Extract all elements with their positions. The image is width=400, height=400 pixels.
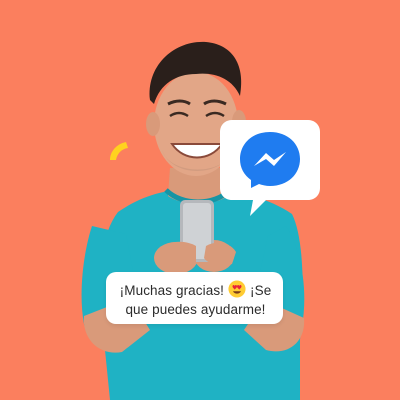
chat-message-line-2: que puedes ayudarme! <box>125 302 266 317</box>
heart-eyes-emoji-icon <box>228 280 246 298</box>
chat-message-text-part-2: ¡Se <box>250 283 272 298</box>
chat-message-text-part-1: ¡Muchas gracias! <box>119 283 225 298</box>
chat-message-line-1: ¡Muchas gracias! ¡Se <box>116 280 275 300</box>
smiling-man-with-phone <box>81 41 305 400</box>
chat-message-bubble: ¡Muchas gracias! ¡Se que puedes ayudarme… <box>106 272 283 324</box>
messenger-bubble-shape <box>220 120 320 216</box>
sparkle-icon <box>110 142 128 160</box>
promo-image: ¡Muchas gracias! ¡Se que puedes ayudarme… <box>0 0 400 400</box>
messenger-notification-bubble <box>220 118 320 216</box>
